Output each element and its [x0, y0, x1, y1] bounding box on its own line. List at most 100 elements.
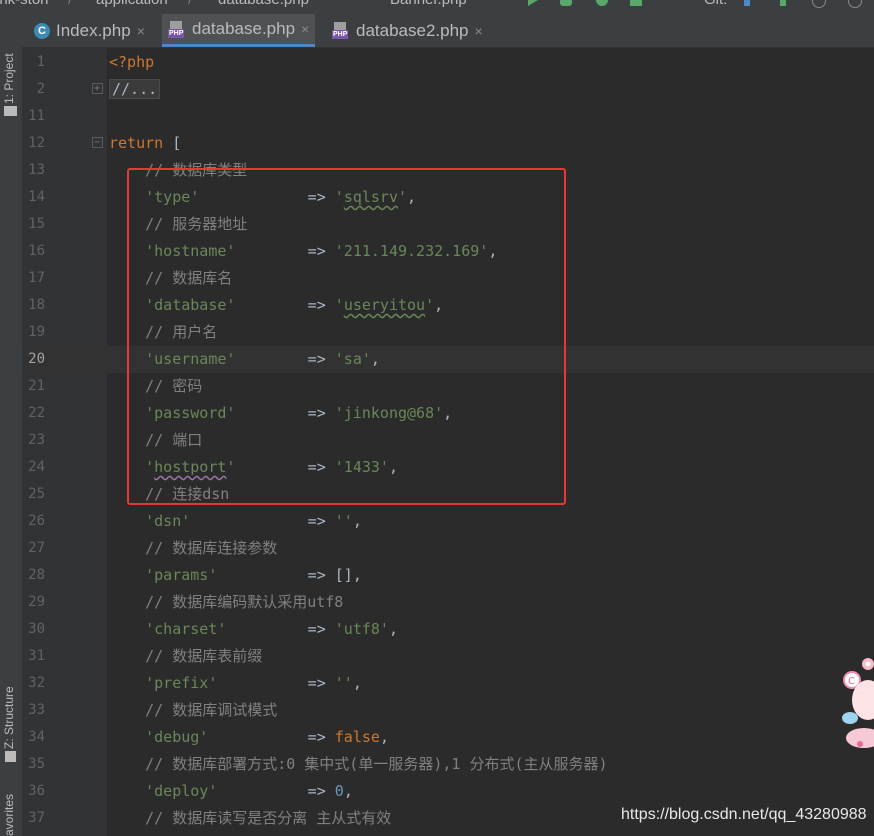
code-token: <?php — [109, 53, 155, 71]
highlight-box — [127, 168, 566, 505]
php-file-icon: PHP — [168, 20, 186, 38]
project-tool-window[interactable]: 1: Project — [0, 24, 22, 120]
tab-database2-php[interactable]: PHP database2.php × — [326, 14, 489, 47]
code-line[interactable]: 32 'prefix' => '', — [23, 670, 874, 697]
line-number: 36 — [28, 783, 45, 799]
code-token: 'charset' — [109, 620, 227, 638]
mascot-decoration: C — [836, 656, 874, 756]
code-text: <?php — [109, 49, 154, 76]
code-token: // 数据库连接参数 — [109, 539, 278, 557]
left-tool-strip: 1: Project Z: Structure avorites — [0, 14, 23, 836]
code-line[interactable]: 36 'deploy' => 0, — [23, 778, 874, 805]
code-token: 0 — [334, 782, 344, 800]
debug-icon[interactable] — [560, 0, 572, 6]
code-text: //... — [109, 76, 161, 103]
coverage-icon[interactable] — [596, 0, 608, 6]
tab-label: Index.php — [56, 20, 131, 40]
code-text: 'deploy' => 0, — [109, 778, 353, 805]
line-number: 16 — [28, 243, 45, 259]
line-number: 2 — [36, 81, 45, 97]
php-file-icon: PHP — [332, 22, 350, 39]
run-icon[interactable] — [528, 0, 538, 6]
breadcrumb-bar: ink-ston / application / database.php Ba… — [0, 0, 874, 14]
profile-icon[interactable] — [630, 0, 642, 6]
code-text: 'dsn' => '', — [109, 508, 362, 535]
git-update-icon[interactable] — [744, 0, 750, 6]
code-token: 'deploy' — [109, 782, 218, 800]
code-line[interactable]: 1 <?php — [23, 49, 874, 76]
code-text: 'debug' => false, — [109, 724, 389, 751]
line-number: 29 — [28, 594, 45, 610]
favorites-tool-window[interactable]: avorites — [0, 784, 22, 836]
project-tab-label: 1: Project — [2, 53, 16, 104]
editor-tab-bar: C Index.php × PHP database.php × PHP dat… — [22, 14, 874, 48]
code-token: , — [352, 512, 362, 530]
line-number: 18 — [28, 297, 45, 313]
line-number: 17 — [28, 270, 45, 286]
breadcrumb-sep-2: / — [188, 0, 192, 8]
line-number: 23 — [28, 432, 45, 448]
code-line[interactable]: 2 + //... — [23, 76, 874, 103]
code-line[interactable]: 27 // 数据库连接参数 — [23, 535, 874, 562]
line-number: 22 — [28, 405, 45, 421]
code-token: => — [217, 782, 335, 800]
line-number: 34 — [28, 729, 45, 745]
close-icon[interactable]: × — [475, 23, 483, 39]
code-token: // 数据库调试模式 — [109, 701, 278, 719]
line-number: 20 — [28, 351, 45, 367]
code-line[interactable]: 34 'debug' => false, — [23, 724, 874, 751]
code-token: '' — [334, 512, 353, 530]
code-line[interactable]: 31 // 数据库表前缀 — [23, 643, 874, 670]
git-label: Git: — [704, 0, 727, 8]
collapse-fold-icon[interactable]: − — [92, 137, 103, 148]
line-number: 28 — [28, 567, 45, 583]
code-token: 'debug' — [109, 728, 209, 746]
code-text: // 数据库编码默认采用utf8 — [109, 589, 343, 616]
breadcrumb-sep: / — [68, 0, 72, 8]
code-line[interactable]: 35 // 数据库部署方式:0 集中式(单一服务器),1 分布式(主从服务器) — [23, 751, 874, 778]
git-commit-icon[interactable] — [780, 0, 786, 6]
code-token: [ — [163, 134, 182, 152]
tab-label: database2.php — [356, 20, 469, 40]
breadcrumb-application[interactable]: application — [96, 0, 168, 8]
line-number: 12 — [28, 135, 45, 151]
code-text: // 数据库连接参数 — [109, 535, 277, 562]
code-token: // 数据库表前缀 — [109, 647, 263, 665]
code-token: => — [226, 620, 335, 638]
code-token: 'prefix' — [109, 674, 218, 692]
code-line[interactable]: 33 // 数据库调试模式 — [23, 697, 874, 724]
close-icon[interactable]: × — [301, 21, 309, 37]
history-icon[interactable] — [812, 0, 826, 8]
code-text: // 数据库部署方式:0 集中式(单一服务器),1 分布式(主从服务器) — [109, 751, 607, 778]
code-line[interactable]: 12 − return [ — [23, 130, 874, 157]
line-number: 11 — [28, 108, 45, 124]
breadcrumb-file[interactable]: database.php — [218, 0, 309, 8]
code-token: , — [388, 620, 398, 638]
code-line[interactable]: 28 'params' => [], — [23, 562, 874, 589]
code-token: // 数据库编码默认采用utf8 — [109, 593, 344, 611]
expand-fold-icon[interactable]: + — [92, 83, 103, 94]
line-number: 26 — [28, 513, 45, 529]
code-line[interactable]: 26 'dsn' => '', — [23, 508, 874, 535]
code-token: return — [109, 134, 164, 152]
code-text: return [ — [109, 130, 181, 157]
code-text: 'params' => [], — [109, 562, 362, 589]
run-config-select[interactable]: Banner.php — [390, 0, 467, 8]
line-number: 24 — [28, 459, 45, 475]
line-number: 19 — [28, 324, 45, 340]
code-token: '' — [334, 674, 353, 692]
tab-index-php[interactable]: C Index.php × — [30, 14, 149, 47]
code-text: // 数据库调试模式 — [109, 697, 277, 724]
code-token: //... — [109, 79, 161, 99]
structure-tool-window[interactable]: Z: Structure — [0, 669, 22, 769]
tab-database-php[interactable]: PHP database.php × — [162, 14, 316, 47]
code-line[interactable]: 30 'charset' => 'utf8', — [23, 616, 874, 643]
revert-icon[interactable] — [848, 0, 862, 8]
line-number: 25 — [28, 486, 45, 502]
line-number: 31 — [28, 648, 45, 664]
code-line[interactable]: 29 // 数据库编码默认采用utf8 — [23, 589, 874, 616]
code-line[interactable]: 11 — [23, 103, 874, 130]
breadcrumb-root[interactable]: ink-ston — [0, 0, 49, 8]
line-number: 27 — [28, 540, 45, 556]
close-icon[interactable]: × — [137, 23, 145, 39]
